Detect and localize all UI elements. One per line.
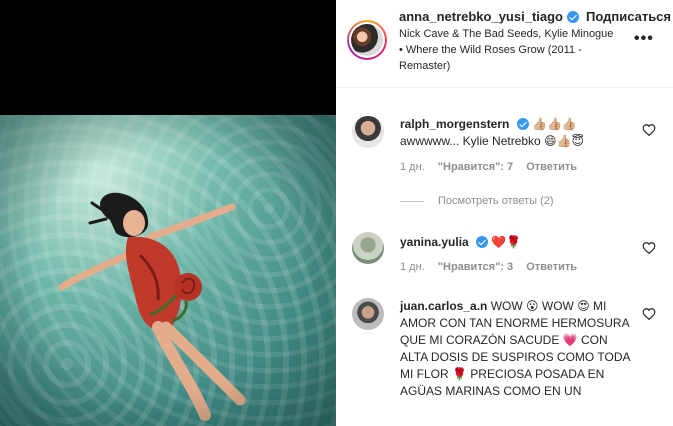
view-replies-label[interactable]: Посмотреть ответы (2)	[438, 195, 554, 207]
song-info[interactable]: Nick Cave & The Bad Seeds, Kylie Minogue…	[399, 26, 619, 74]
replies-divider-line	[400, 200, 424, 202]
post-photo[interactable]	[0, 115, 336, 426]
comment-body: juan.carlos_a.n WOW 😮 WOW 😍 MI AMOR CON …	[400, 298, 630, 400]
comment-text: ❤️🌹	[491, 235, 522, 249]
comment-body: ralph_morgenstern 👍🏼👍🏼👍🏼 awwwww... Kylie…	[400, 116, 630, 150]
commenter-avatar[interactable]	[352, 116, 384, 148]
post-header: anna_netrebko_yusi_tiago Подписаться Nic…	[336, 0, 673, 88]
verified-badge-icon	[476, 236, 489, 248]
author-username-row[interactable]: anna_netrebko_yusi_tiago	[399, 9, 579, 24]
like-heart-icon[interactable]	[642, 307, 656, 321]
avatar-image	[351, 24, 383, 56]
author-username[interactable]: anna_netrebko_yusi_tiago	[399, 9, 563, 24]
follow-button[interactable]: Подписаться	[586, 9, 673, 24]
more-options-icon[interactable]: •••	[634, 30, 654, 48]
commenter-avatar[interactable]	[352, 232, 384, 264]
post-sidebar: anna_netrebko_yusi_tiago Подписаться Nic…	[336, 0, 673, 426]
commenter-username[interactable]: yanina.yulia	[400, 235, 469, 249]
like-heart-icon[interactable]	[642, 123, 656, 137]
photo-vignette	[0, 115, 336, 426]
post-media	[0, 0, 336, 426]
verified-badge-icon	[516, 118, 529, 130]
comment-age: 1 дн.	[400, 161, 425, 173]
like-heart-icon[interactable]	[642, 241, 656, 255]
commenter-username[interactable]: juan.carlos_a.n	[400, 299, 487, 313]
comment-age: 1 дн.	[400, 261, 425, 273]
comment-meta: 1 дн. "Нравится": 3 Ответить	[400, 261, 587, 273]
comment-text: WOW 😮 WOW 😍 MI AMOR CON TAN ENORME HERMO…	[400, 299, 630, 398]
comment-likes[interactable]: "Нравится": 3	[438, 261, 513, 273]
comment-likes[interactable]: "Нравится": 7	[438, 161, 513, 173]
commenter-avatar[interactable]	[352, 298, 384, 330]
comment-body: yanina.yulia ❤️🌹	[400, 234, 630, 251]
commenter-username[interactable]: ralph_morgenstern	[400, 117, 509, 131]
reply-button[interactable]: Ответить	[526, 161, 577, 173]
verified-badge-icon	[567, 11, 579, 23]
comment-meta: 1 дн. "Нравится": 7 Ответить	[400, 161, 587, 173]
reply-button[interactable]: Ответить	[526, 261, 577, 273]
author-avatar[interactable]	[347, 20, 387, 60]
view-replies-button[interactable]: Посмотреть ответы (2)	[400, 195, 554, 207]
